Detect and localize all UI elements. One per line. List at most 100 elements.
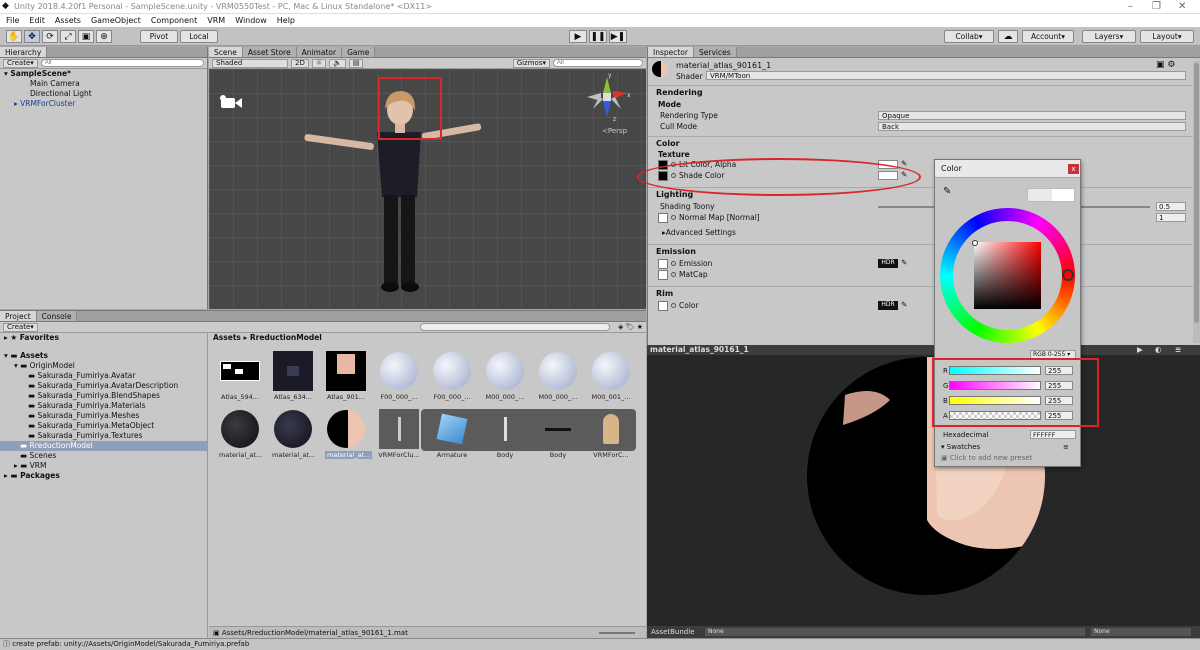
normal-map-value[interactable]: 1: [1156, 213, 1186, 222]
preview-light-icon[interactable]: ◐: [1155, 345, 1162, 355]
maximize-icon[interactable]: ❐: [1152, 1, 1161, 12]
favorite-icon[interactable]: ★: [637, 323, 643, 331]
swatch-hint[interactable]: ▣ Click to add new preset: [941, 454, 1032, 462]
minimize-icon[interactable]: –: [1128, 1, 1133, 12]
rendering-type-dropdown[interactable]: Opaque: [878, 111, 1186, 120]
asset-item[interactable]: VRMForC...: [590, 409, 632, 459]
mode-2d-button[interactable]: 2D: [291, 58, 309, 68]
move-tool-icon[interactable]: ✥: [24, 30, 40, 43]
hierarchy-search-input[interactable]: [40, 59, 204, 67]
tab-console[interactable]: Console: [36, 311, 78, 321]
assetbundle-name-dropdown[interactable]: None: [705, 628, 1085, 636]
transform-tool-icon[interactable]: ⊕: [96, 30, 112, 43]
texture-slot[interactable]: [658, 258, 668, 269]
eyedropper-icon[interactable]: ✎: [943, 186, 951, 197]
asset-item[interactable]: F00_000_...: [378, 351, 420, 401]
assetbundle-variant-dropdown[interactable]: None: [1091, 628, 1191, 636]
asset-item[interactable]: Body: [537, 409, 579, 459]
scene-root[interactable]: ▾ SampleScene*: [0, 69, 207, 79]
cloud-icon[interactable]: ☁: [998, 30, 1018, 43]
account-button[interactable]: Account ▾: [1022, 30, 1074, 43]
folder-item[interactable]: ▬ Sakurada_Fumiriya.MetaObject: [0, 421, 207, 431]
rotate-tool-icon[interactable]: ⟳: [42, 30, 58, 43]
asset-item[interactable]: Armature: [431, 409, 473, 459]
tab-scene[interactable]: Scene: [209, 47, 243, 57]
asset-item-selected[interactable]: material_at...: [325, 409, 373, 459]
shader-dropdown[interactable]: VRM/MToon: [706, 71, 1186, 80]
gizmos-dropdown[interactable]: Gizmos ▾: [512, 58, 550, 68]
packages-node[interactable]: ▸ ▬ Packages: [0, 471, 207, 481]
menu-edit[interactable]: Edit: [29, 16, 45, 25]
effects-toggle-icon[interactable]: ▤: [348, 58, 364, 68]
scene-viewport[interactable]: y x z ≺Persp: [209, 69, 646, 309]
hierarchy-item[interactable]: ▸ VRMForCluster: [0, 99, 207, 109]
preview-menu-icon[interactable]: ≡: [1175, 345, 1181, 355]
audio-toggle-icon[interactable]: 🔈: [329, 58, 346, 68]
lighting-toggle-icon[interactable]: ☼: [311, 58, 327, 68]
menu-help[interactable]: Help: [277, 16, 295, 25]
asset-item[interactable]: Body: [484, 409, 526, 459]
tab-project[interactable]: Project: [0, 311, 37, 321]
saturation-value-square[interactable]: [974, 242, 1041, 309]
tab-game[interactable]: Game: [342, 47, 376, 57]
folder-item[interactable]: ▬ Sakurada_Fumiriya.BlendShapes: [0, 391, 207, 401]
pivot-button[interactable]: Pivot: [140, 30, 178, 43]
thumbnail-size-slider[interactable]: [599, 632, 635, 634]
folder-item[interactable]: ▸ ▬ VRM: [0, 461, 207, 471]
asset-item[interactable]: Atlas_634...: [272, 351, 314, 401]
menu-file[interactable]: File: [6, 16, 19, 25]
cull-mode-dropdown[interactable]: Back: [878, 122, 1186, 131]
asset-item[interactable]: VRMForClu...: [378, 409, 420, 459]
eyedropper-icon[interactable]: ✎: [901, 300, 907, 309]
asset-item[interactable]: M00_000_...: [484, 351, 526, 401]
folder-item[interactable]: ▾ ▬ OriginModel: [0, 361, 207, 371]
tab-animator[interactable]: Animator: [296, 47, 343, 57]
scale-tool-icon[interactable]: ⤢: [60, 30, 76, 43]
filter-type-icon[interactable]: ◈: [618, 323, 623, 331]
tab-asset-store[interactable]: Asset Store: [242, 47, 297, 57]
orientation-gizmo-icon[interactable]: y x z: [583, 71, 631, 125]
scrollbar-thumb[interactable]: [1194, 63, 1199, 323]
breadcrumb-current[interactable]: RreductionModel: [250, 333, 322, 342]
play-icon[interactable]: ▶: [569, 30, 587, 43]
tab-inspector[interactable]: Inspector: [648, 47, 694, 57]
menu-component[interactable]: Component: [151, 16, 197, 25]
hexadecimal-input[interactable]: FFFFFF: [1030, 430, 1076, 439]
hierarchy-item[interactable]: Directional Light: [0, 89, 207, 99]
asset-item[interactable]: material_at...: [219, 409, 262, 459]
inspector-scrollbar[interactable]: [1193, 61, 1200, 343]
asset-item[interactable]: M00_001_...: [590, 351, 632, 401]
menu-vrm[interactable]: VRM: [207, 16, 225, 25]
inspector-help-icon[interactable]: ▣ ⚙: [1156, 60, 1175, 70]
advanced-settings-foldout[interactable]: ▸ Advanced Settings: [648, 227, 1193, 238]
layers-button[interactable]: Layers ▾: [1082, 30, 1136, 43]
collab-button[interactable]: Collab ▾: [944, 30, 994, 43]
texture-slot[interactable]: [658, 300, 668, 311]
shading-mode-dropdown[interactable]: Shaded: [212, 58, 288, 68]
swatches-foldout[interactable]: ▾ Swatches: [941, 443, 980, 451]
asset-item[interactable]: M00_000_...: [537, 351, 579, 401]
folder-item[interactable]: ▬ Sakurada_Fumiriya.Materials: [0, 401, 207, 411]
asset-item[interactable]: material_at...: [272, 409, 315, 459]
hierarchy-item[interactable]: Main Camera: [0, 79, 207, 89]
pause-icon[interactable]: ❚❚: [589, 30, 607, 43]
layout-button[interactable]: Layout ▾: [1140, 30, 1194, 43]
swatches-menu-icon[interactable]: ≡: [1063, 443, 1069, 451]
folder-item[interactable]: ▬ Sakurada_Fumiriya.Textures: [0, 431, 207, 441]
color-picker-close-button[interactable]: x: [1068, 164, 1079, 174]
project-create-button[interactable]: Create ▾: [3, 322, 38, 332]
breadcrumb-root[interactable]: Assets: [213, 333, 241, 342]
favorites-node[interactable]: ▸ ★ Favorites: [0, 333, 207, 343]
asset-item[interactable]: Atlas_901...: [325, 351, 367, 401]
folder-item[interactable]: ▬ Sakurada_Fumiriya.AvatarDescription: [0, 381, 207, 391]
folder-item[interactable]: ▬ Scenes: [0, 451, 207, 461]
hierarchy-create-button[interactable]: Create ▾: [3, 58, 38, 68]
local-button[interactable]: Local: [180, 30, 218, 43]
sv-cursor[interactable]: [972, 240, 978, 246]
step-icon[interactable]: ▶❚: [609, 30, 627, 43]
asset-item[interactable]: F00_000_...: [431, 351, 473, 401]
texture-slot[interactable]: [658, 269, 668, 280]
texture-slot[interactable]: [658, 212, 668, 223]
folder-item[interactable]: ▬ Sakurada_Fumiriya.Meshes: [0, 411, 207, 421]
filter-label-icon[interactable]: 🏷: [626, 323, 635, 331]
